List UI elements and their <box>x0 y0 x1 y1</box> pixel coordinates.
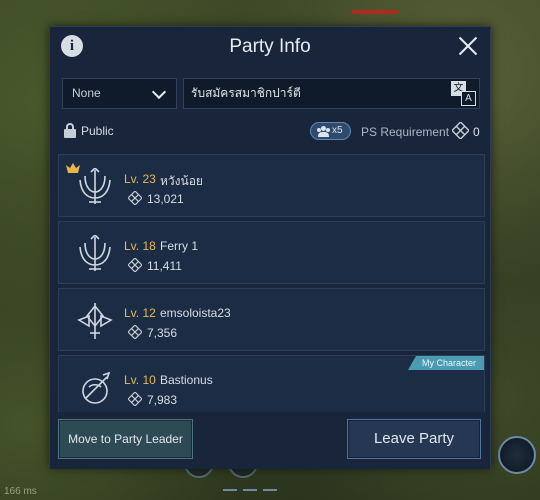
list-item[interactable]: Lv. 23 หวังน้อย 13,021 <box>58 154 485 217</box>
member-list[interactable]: Lv. 23 หวังน้อย 13,021 Lv. 18 Ferry 1 11… <box>58 154 485 415</box>
trident-emblem-icon <box>79 235 111 271</box>
group-icon <box>317 126 330 137</box>
party-filter-select[interactable]: None <box>62 78 177 109</box>
combat-power-icon <box>128 258 142 272</box>
party-name-value: รับสมัครสมาชิกปาร์ตี <box>191 86 301 100</box>
my-character-tag: My Character <box>407 356 484 370</box>
member-name: emsoloista23 <box>160 306 231 320</box>
party-info-dialog: i Party Info None รับสมัครสมาชิกปาร์ตี 文… <box>49 26 491 469</box>
lock-icon[interactable] <box>64 123 76 138</box>
member-level: Lv. 18 <box>124 239 156 253</box>
leave-party-button[interactable]: Leave Party <box>347 419 481 459</box>
shield-emblem-icon <box>82 371 111 404</box>
member-combat-power: 11,411 <box>147 259 182 273</box>
member-name: Ferry 1 <box>160 239 199 253</box>
member-combat-power: 13,021 <box>147 192 184 206</box>
spear-emblem-icon <box>77 303 113 339</box>
member-name: หวังน้อย <box>160 174 203 188</box>
page-indicator <box>223 489 283 492</box>
party-name-field[interactable]: รับสมัครสมาชิกปาร์ตี 文 A <box>183 78 480 109</box>
list-item[interactable]: Lv. 18 Ferry 1 11,411 <box>58 221 485 284</box>
enemy-health-bar <box>352 10 398 14</box>
close-icon[interactable] <box>456 34 480 58</box>
dialog-header: i Party Info <box>50 27 490 69</box>
trident-emblem-icon <box>79 168 111 204</box>
skill-button[interactable] <box>498 436 536 474</box>
member-count: x5 <box>332 125 343 136</box>
dialog-footer: Move to Party Leader Leave Party <box>50 412 490 469</box>
member-name: Bastionus <box>160 373 213 387</box>
member-combat-power: 7,983 <box>147 393 178 407</box>
combat-power-icon <box>128 191 142 205</box>
combat-power-icon <box>452 122 469 139</box>
member-level: Lv. 23 <box>124 172 156 186</box>
combat-power-icon <box>128 325 142 339</box>
ping-readout: 166 ms <box>4 486 37 497</box>
member-combat-power: 7,356 <box>147 326 178 340</box>
translate-icon[interactable]: 文 A <box>451 81 477 107</box>
list-item[interactable]: Lv. 12 emsoloista23 7,356 <box>58 288 485 351</box>
ps-requirement-label: PS Requirement <box>361 125 450 139</box>
chevron-down-icon <box>151 84 167 100</box>
dialog-title: Party Info <box>229 36 311 57</box>
combat-power-icon <box>128 392 142 406</box>
member-level: Lv. 10 <box>124 373 156 387</box>
select-value: None <box>72 86 101 100</box>
move-to-party-leader-button[interactable]: Move to Party Leader <box>58 419 193 459</box>
ps-requirement-value: 0 <box>473 125 480 139</box>
member-level: Lv. 12 <box>124 306 156 320</box>
visibility-label[interactable]: Public <box>81 124 114 138</box>
list-item-my-character[interactable]: My Character Lv. 10 Bastionus 7,983 <box>58 355 485 415</box>
member-count-badge: x5 <box>310 122 351 140</box>
